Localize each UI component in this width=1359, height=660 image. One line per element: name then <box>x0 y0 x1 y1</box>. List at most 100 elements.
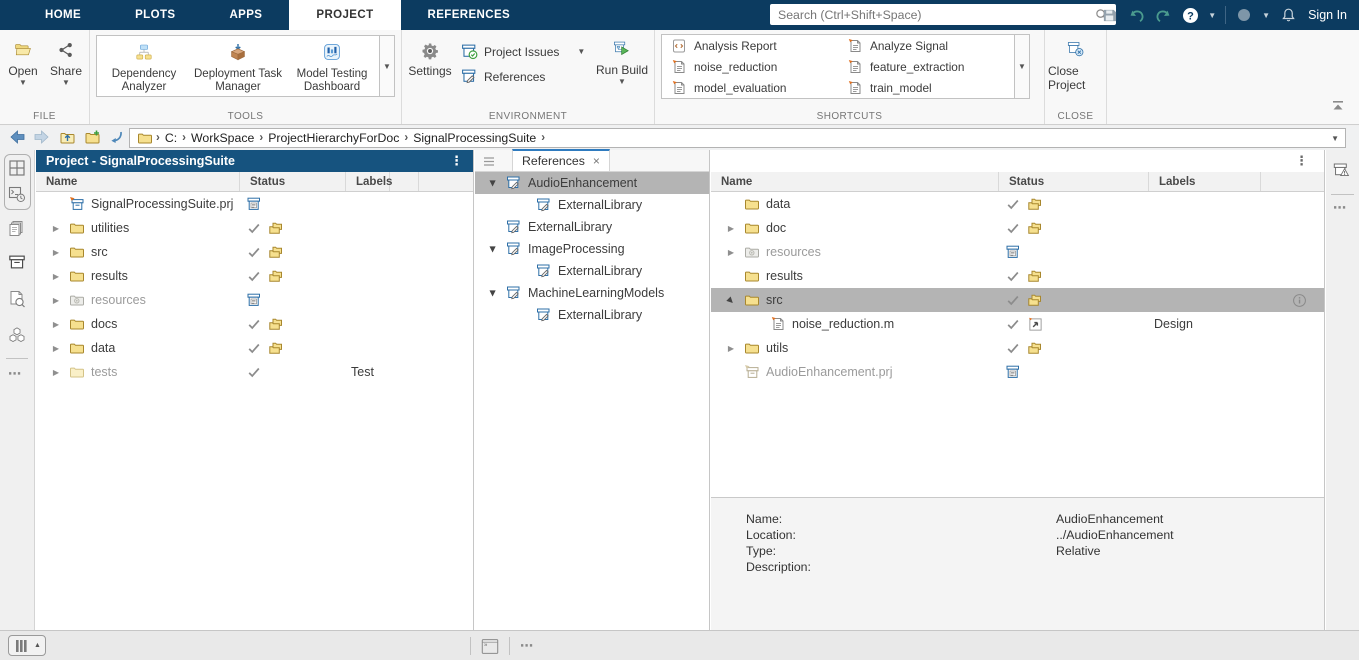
open-button[interactable]: Open ▼ <box>2 37 44 87</box>
tab-home[interactable]: HOME <box>18 0 108 30</box>
back-icon[interactable] <box>8 129 26 145</box>
file-row[interactable]: ▶utils <box>711 336 1324 360</box>
column-header-labels[interactable]: Labels <box>1149 172 1261 191</box>
file-row[interactable]: ▶resources <box>36 288 473 312</box>
forward-icon[interactable] <box>32 129 50 145</box>
tab-references-document[interactable]: References × <box>512 149 610 171</box>
collapse-icon[interactable]: ▶ <box>489 242 498 256</box>
collapse-icon[interactable]: ▶ <box>489 286 498 300</box>
save-icon[interactable] <box>1100 8 1118 23</box>
layout-grid-icon[interactable] <box>8 159 26 177</box>
file-row[interactable]: noise_reduction.m Design <box>711 312 1324 336</box>
profile-icon[interactable] <box>1235 8 1253 22</box>
redo-icon[interactable] <box>1154 8 1172 23</box>
run-build-button[interactable]: Run Build ▼ <box>592 36 652 86</box>
file-row[interactable]: results <box>711 264 1324 288</box>
undo-icon[interactable] <box>1127 8 1145 23</box>
tool-button[interactable]: Deployment Task Manager <box>191 36 285 96</box>
tab-close-icon[interactable]: × <box>593 154 600 168</box>
shortcut-item[interactable]: feature_extraction <box>846 57 1014 77</box>
expand-icon[interactable]: ▶ <box>49 248 63 257</box>
breadcrumb-item[interactable]: C: <box>162 131 180 145</box>
search-files-icon[interactable] <box>8 290 26 308</box>
file-row[interactable]: SignalProcessingSuite.prj <box>36 192 473 216</box>
file-row[interactable]: ▶results <box>36 264 473 288</box>
expand-icon[interactable]: ▶ <box>724 248 738 257</box>
expand-icon[interactable]: ▶ <box>724 224 738 233</box>
go-to-location-icon[interactable] <box>107 129 125 145</box>
reference-files-menu-icon[interactable]: ⋮ <box>1295 153 1324 169</box>
dependencies-icon[interactable] <box>8 326 26 344</box>
collapse-icon[interactable]: ▶ <box>723 292 739 308</box>
more-panels-icon[interactable]: ⋯ <box>520 638 534 654</box>
help-icon[interactable]: ? <box>1181 7 1199 24</box>
breadcrumb-item[interactable]: SignalProcessingSuite <box>410 131 539 145</box>
reference-node[interactable]: ExternalLibrary <box>475 216 709 238</box>
expand-icon[interactable]: ▶ <box>49 272 63 281</box>
project-panel-menu-icon[interactable]: ⋮ <box>450 153 473 169</box>
open-files-icon[interactable] <box>8 220 26 238</box>
tab-apps[interactable]: APPS <box>202 0 289 30</box>
expand-icon[interactable]: ▶ <box>49 296 63 305</box>
project-checks-icon[interactable] <box>1333 160 1351 180</box>
up-one-level-icon[interactable] <box>58 129 76 145</box>
command-window-panel-icon[interactable]: » <box>481 637 499 656</box>
tools-gallery-dropdown[interactable]: ▼ <box>379 36 394 96</box>
details-panel-toggle[interactable]: ▲ <box>8 635 46 656</box>
breadcrumb-item[interactable]: ProjectHierarchyForDoc <box>265 131 402 145</box>
open-caret-icon[interactable]: ▼ <box>19 79 27 87</box>
breadcrumb-item[interactable]: WorkSpace <box>188 131 257 145</box>
shortcut-item[interactable]: Analysis Report <box>670 36 838 56</box>
command-history-icon[interactable] <box>8 185 26 203</box>
tab-list-icon[interactable] <box>480 157 498 166</box>
file-row[interactable]: ▶tests Test <box>36 360 473 384</box>
shortcuts-gallery-dropdown[interactable]: ▼ <box>1014 35 1029 98</box>
column-header-status[interactable]: Status <box>240 172 346 191</box>
expand-icon[interactable]: ▶ <box>49 344 63 353</box>
more-tools-icon[interactable]: ⋯ <box>1333 200 1347 216</box>
search-input[interactable] <box>776 7 1092 23</box>
expand-icon[interactable]: ▶ <box>49 368 63 377</box>
close-project-button[interactable]: Close Project <box>1048 36 1104 92</box>
file-row[interactable]: ▶data <box>36 336 473 360</box>
share-caret-icon[interactable]: ▼ <box>62 79 70 87</box>
column-header-labels[interactable]: Labels <box>346 172 390 191</box>
breadcrumb-caret-icon[interactable]: ▼ <box>1331 134 1339 143</box>
breadcrumb[interactable]: ›C:›WorkSpace›ProjectHierarchyForDoc›Sig… <box>129 128 1346 148</box>
tab-project[interactable]: PROJECT <box>289 0 400 30</box>
tab-references[interactable]: REFERENCES <box>401 0 538 30</box>
project-files-view-icon[interactable] <box>8 252 26 272</box>
sign-in-link[interactable]: Sign In <box>1308 8 1347 22</box>
reference-node[interactable]: ▶MachineLearningModels <box>475 282 709 304</box>
project-issues-caret-icon[interactable]: ▼ <box>577 48 585 56</box>
shortcut-item[interactable]: model_evaluation <box>670 78 838 98</box>
global-search[interactable] <box>770 4 1116 25</box>
column-header-status[interactable]: Status <box>999 172 1149 191</box>
collapse-ribbon-icon[interactable] <box>1329 100 1347 112</box>
reference-node[interactable]: ExternalLibrary <box>475 194 709 216</box>
project-issues-button[interactable]: Project Issues ▼ <box>460 39 585 64</box>
shortcut-item[interactable]: noise_reduction <box>670 57 838 77</box>
profile-dropdown-caret-icon[interactable]: ▼ <box>1262 11 1270 20</box>
collapse-icon[interactable]: ▶ <box>489 176 498 190</box>
share-button[interactable]: Share ▼ <box>45 37 87 87</box>
file-row[interactable]: ▶utilities <box>36 216 473 240</box>
expand-icon[interactable]: ▶ <box>724 344 738 353</box>
shortcut-item[interactable]: Analyze Signal <box>846 36 1014 56</box>
file-row[interactable]: ▶src <box>36 240 473 264</box>
column-header-name[interactable]: Name <box>711 172 999 191</box>
references-button[interactable]: References <box>460 64 585 89</box>
expand-icon[interactable]: ▶ <box>49 224 63 233</box>
tab-plots[interactable]: PLOTS <box>108 0 202 30</box>
file-row[interactable]: ▶docs <box>36 312 473 336</box>
notifications-bell-icon[interactable] <box>1279 7 1297 23</box>
settings-button[interactable]: Settings <box>404 39 456 78</box>
shortcut-item[interactable]: train_model <box>846 78 1014 98</box>
tool-button[interactable]: Model Testing Dashboard <box>285 36 379 96</box>
file-row[interactable]: AudioEnhancement.prj <box>711 360 1324 384</box>
expand-icon[interactable]: ▶ <box>49 320 63 329</box>
run-build-caret-icon[interactable]: ▼ <box>618 78 626 86</box>
reference-node[interactable]: ▶AudioEnhancement <box>475 172 709 194</box>
reference-node[interactable]: ExternalLibrary <box>475 304 709 326</box>
reference-node[interactable]: ExternalLibrary <box>475 260 709 282</box>
